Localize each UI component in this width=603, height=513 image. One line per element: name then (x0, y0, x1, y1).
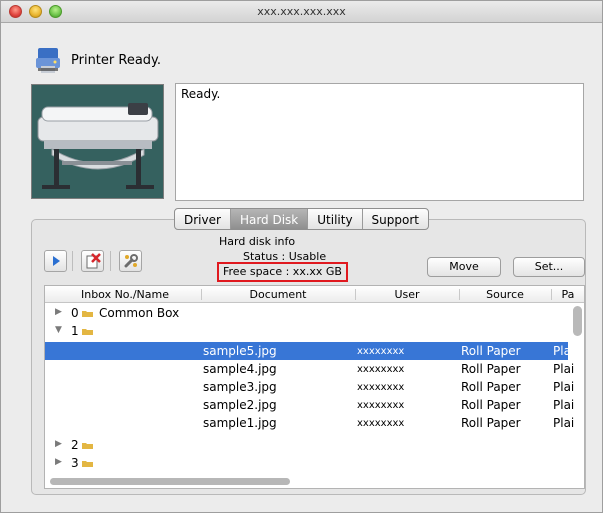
document-paper: Plai (553, 362, 575, 376)
table-row[interactable]: ▼ 1 (45, 322, 568, 340)
document-user: xxxxxxxx (357, 346, 405, 357)
large-format-printer-illustration (32, 85, 163, 198)
column-divider (551, 289, 552, 300)
table-row[interactable]: ▶ 0 Common Box (45, 304, 568, 322)
document-source: Roll Paper (461, 344, 521, 358)
vertical-scrollbar[interactable] (573, 306, 582, 336)
tab-bar: Driver Hard Disk Utility Support (174, 208, 429, 230)
document-user: xxxxxxxx (357, 400, 405, 411)
document-user: xxxxxxxx (357, 382, 405, 393)
job-settings-button[interactable] (119, 250, 142, 272)
document-user: xxxxxxxx (357, 418, 405, 429)
box-name: Common Box (99, 306, 180, 320)
document-source: Roll Paper (461, 416, 521, 430)
inbox-folder-icon (82, 311, 93, 317)
tab-utility[interactable]: Utility (308, 209, 363, 229)
box-number: 0 (71, 306, 79, 320)
table-row[interactable]: sample1.jpg xxxxxxxx Roll Paper Plai (45, 414, 574, 432)
disclosure-collapsed-icon[interactable]: ▶ (55, 307, 62, 317)
column-header-paper[interactable]: Pa (553, 288, 583, 301)
title-bar: xxx.xxx.xxx.xxx (1, 1, 602, 23)
column-divider (459, 289, 460, 300)
column-header-document[interactable]: Document (203, 288, 353, 301)
print-job-button[interactable] (44, 250, 67, 272)
move-button[interactable]: Move (427, 257, 501, 277)
delete-job-button[interactable] (81, 250, 104, 272)
table-header: Inbox No./Name Document User Source Pa (45, 286, 584, 303)
document-user: xxxxxxxx (357, 364, 405, 375)
inbox-job-table[interactable]: Inbox No./Name Document User Source Pa ▶… (44, 285, 585, 489)
printer-image (31, 84, 164, 199)
play-icon (52, 256, 60, 266)
document-name: sample5.jpg (203, 344, 277, 358)
hard-disk-free-space: Free space : xx.xx GB (217, 262, 348, 282)
box-number: 1 (71, 324, 79, 338)
document-name: sample2.jpg (203, 398, 277, 412)
document-source: Roll Paper (461, 398, 521, 412)
inbox-folder-icon (82, 461, 93, 467)
printer-status-icon (36, 48, 60, 73)
document-paper: Plai (553, 416, 575, 430)
set-button[interactable]: Set... (513, 257, 585, 277)
document-name: sample4.jpg (203, 362, 277, 376)
toolbar-divider (72, 251, 73, 271)
box-number: 3 (71, 456, 79, 470)
wrench-icon (124, 254, 138, 268)
tab-hard-disk[interactable]: Hard Disk (230, 209, 309, 229)
window-title: xxx.xxx.xxx.xxx (257, 5, 346, 18)
disclosure-collapsed-icon[interactable]: ▶ (55, 439, 62, 449)
tab-support[interactable]: Support (363, 209, 428, 229)
document-name: sample1.jpg (203, 416, 277, 430)
tab-driver[interactable]: Driver (175, 209, 231, 229)
column-header-user[interactable]: User (357, 288, 457, 301)
document-source: Roll Paper (461, 362, 521, 376)
document-paper: Plai (553, 380, 575, 394)
document-paper: Plai (553, 398, 575, 412)
table-row[interactable]: sample4.jpg xxxxxxxx Roll Paper Plai (45, 360, 574, 378)
disclosure-collapsed-icon[interactable]: ▶ (55, 457, 62, 467)
status-message-box: Ready. (175, 83, 584, 201)
table-row[interactable]: sample5.jpg xxxxxxxx Roll Paper Plai (45, 342, 574, 360)
column-header-inbox[interactable]: Inbox No./Name (51, 288, 199, 301)
printer-status-title: Printer Ready. (71, 53, 162, 68)
document-paper: Plai (553, 344, 575, 358)
inbox-folder-icon (82, 329, 93, 335)
document-source: Roll Paper (461, 380, 521, 394)
inbox-folder-icon (82, 443, 93, 449)
column-divider (201, 289, 202, 300)
box-number: 2 (71, 438, 79, 452)
printer-status-window: xxx.xxx.xxx.xxx Printer Ready. Ready. Dr… (0, 0, 603, 513)
table-row[interactable]: ▶ 2 (45, 436, 568, 454)
disclosure-expanded-icon[interactable]: ▼ (55, 325, 62, 335)
document-name: sample3.jpg (203, 380, 277, 394)
table-row[interactable]: ▶ 3 (45, 454, 568, 472)
column-header-source[interactable]: Source (461, 288, 549, 301)
table-row[interactable]: sample2.jpg xxxxxxxx Roll Paper Plai (45, 396, 574, 414)
status-message-text: Ready. (181, 87, 221, 101)
horizontal-scrollbar[interactable] (50, 478, 290, 485)
column-divider (355, 289, 356, 300)
delete-job-icon (86, 253, 101, 269)
hard-disk-info-label: Hard disk info (219, 235, 296, 248)
toolbar-divider (110, 251, 111, 271)
table-row[interactable]: sample3.jpg xxxxxxxx Roll Paper Plai (45, 378, 574, 396)
